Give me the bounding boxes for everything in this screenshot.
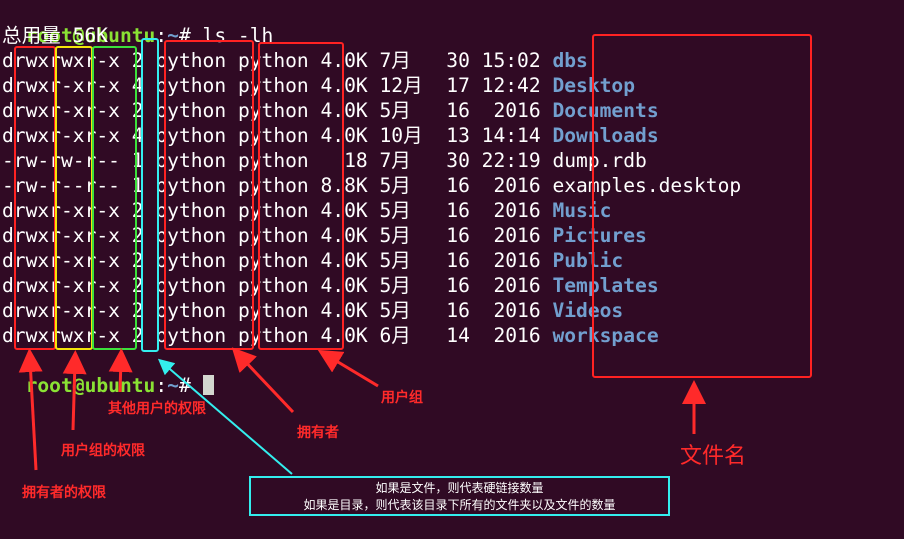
label-filename: 文件名 [680,444,747,469]
label-others-perm: 其他用户的权限 [108,401,206,417]
arrow-links [157,358,293,475]
links-note-line2: 如果是目录，则代表该目录下所有的文件夹以及文件的数量 [303,498,616,512]
arrow-others-perm [108,348,133,393]
arrow-group [317,349,379,388]
arrow-owner [231,347,295,414]
arrow-owner-perm [18,348,43,471]
links-note: 如果是文件，则代表硬链接数量 如果是目录，则代表该目录下所有的文件夹以及文件的数… [249,476,670,516]
label-owner: 拥有者 [297,425,339,441]
arrow-group-perm [62,350,87,431]
links-note-line1: 如果是文件，则代表硬链接数量 [375,481,544,495]
label-group-perm: 用户组的权限 [61,443,145,459]
label-group: 用户组 [381,390,423,406]
label-owner-perm: 拥有者的权限 [22,485,106,501]
